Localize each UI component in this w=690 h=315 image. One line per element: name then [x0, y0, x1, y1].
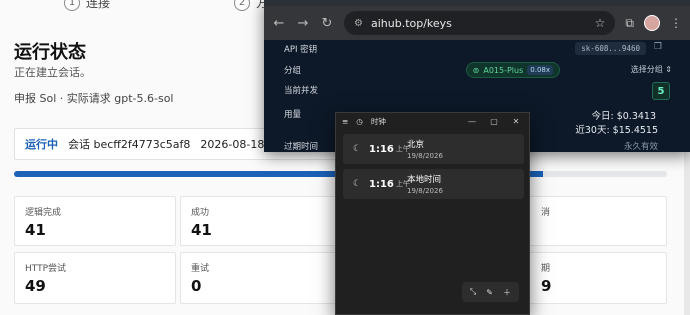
- stat-card-success: 成功 41: [180, 196, 342, 246]
- expire-label: 过期时间: [284, 142, 319, 152]
- usage-30-days: 近30天: $15.4515: [575, 125, 658, 136]
- stat-label: 消: [541, 208, 551, 218]
- moon-icon: ☾: [353, 179, 362, 189]
- step-1[interactable]: 1 连接: [64, 0, 110, 11]
- place-date: 19/8/2026: [407, 152, 443, 160]
- forward-icon[interactable]: →: [296, 16, 310, 31]
- stat-label: 重试: [191, 264, 210, 274]
- usage-label: 用量: [284, 110, 302, 120]
- clock-card-local[interactable]: ☾ 1:16 上午 本地时间 19/8/2026: [343, 169, 524, 199]
- place-name: 本地时间: [407, 175, 442, 185]
- place-name: 北京: [407, 140, 425, 150]
- usage-today: 今日: $0.3413: [591, 111, 656, 122]
- clock-window: ≡ ◷ 时钟 — ▢ ✕ ☾ 1:16 上午 北京 19/8/2026 ☾ 1:…: [335, 112, 530, 315]
- bookmark-star-icon[interactable]: ☆: [595, 16, 606, 30]
- model-meta: 申报 Sol · 实际请求 gpt-5.6-sol: [14, 92, 174, 105]
- stat-value: 0: [191, 277, 202, 295]
- clock-time: 1:16: [369, 178, 394, 190]
- maximize-icon[interactable]: ▢: [487, 117, 501, 126]
- group-ratio: 0.08x: [527, 65, 553, 75]
- moon-icon: ☾: [353, 144, 362, 154]
- hamburger-icon[interactable]: ≡: [342, 117, 348, 126]
- extensions-icon[interactable]: ⧉: [625, 16, 634, 31]
- edit-icon[interactable]: ✎: [486, 288, 493, 297]
- group-name: A015-Plus: [483, 65, 524, 75]
- close-icon[interactable]: ✕: [509, 117, 523, 126]
- chevron-updown-icon: ⇕: [665, 65, 672, 74]
- group-label: 分组: [284, 66, 302, 76]
- status-badge: 运行中: [25, 138, 58, 151]
- stat-label: HTTP尝试: [25, 264, 67, 274]
- compact-view-icon[interactable]: ⤡: [470, 287, 476, 297]
- reload-icon[interactable]: ↻: [320, 16, 334, 31]
- stat-value: 41: [25, 221, 46, 239]
- group-icon: ⊚: [472, 65, 480, 75]
- page-subtitle: 正在建立会话。: [14, 66, 91, 79]
- step-2-number: 2: [234, 0, 250, 11]
- stat-label: 期: [541, 264, 551, 274]
- stat-value: 41: [191, 221, 212, 239]
- back-icon[interactable]: ←: [272, 16, 286, 31]
- site-info-icon[interactable]: ⚙: [354, 18, 363, 29]
- place-date: 19/8/2026: [407, 187, 443, 195]
- step-2[interactable]: 2 方: [234, 0, 268, 11]
- step-1-label: 连接: [86, 0, 111, 10]
- session-id: 会话 becff2f4773c5af8: [68, 138, 191, 151]
- clock-titlebar: ≡ ◷ 时钟 — ▢ ✕: [336, 113, 529, 129]
- clock-app-icon: ◷: [356, 116, 363, 126]
- clock-title: 时钟: [370, 116, 386, 126]
- expire-value: 永久有效: [623, 142, 658, 152]
- stat-value: 9: [541, 277, 552, 295]
- api-key-label: API 密钥: [284, 45, 318, 55]
- stat-card-retry: 重试 0: [180, 252, 342, 304]
- url-text: aihub.top/keys: [370, 16, 452, 30]
- clock-time: 1:16: [369, 143, 394, 155]
- address-bar[interactable]: ⚙ aihub.top/keys ☆: [344, 11, 616, 35]
- minimize-icon[interactable]: —: [465, 117, 479, 126]
- stat-card-http: HTTP尝试 49: [14, 252, 176, 304]
- page-title: 运行状态: [14, 42, 86, 63]
- clock-toolbar: ⤡ ✎ ＋: [461, 282, 519, 302]
- profile-avatar[interactable]: [644, 15, 660, 31]
- api-key-value: sk-608...9460: [575, 42, 646, 55]
- group-chip[interactable]: ⊚ A015-Plus 0.08x: [465, 62, 560, 78]
- copy-icon[interactable]: ❐: [654, 42, 662, 52]
- clock-place: 北京 19/8/2026: [407, 138, 443, 160]
- concurrency-label: 当前并发: [284, 86, 319, 96]
- browser-toolbar: ← → ↻ ⚙ aihub.top/keys ☆ ⧉ ⋮: [264, 6, 690, 40]
- clock-card-beijing[interactable]: ☾ 1:16 上午 北京 19/8/2026: [343, 134, 524, 164]
- menu-icon[interactable]: ⋮: [670, 16, 682, 30]
- stat-card-right-2: 期 9: [512, 252, 667, 304]
- stat-card-logical: 逻辑完成 41: [14, 196, 176, 246]
- add-icon[interactable]: ＋: [503, 287, 511, 298]
- step-1-number: 1: [64, 0, 80, 11]
- clock-place: 本地时间 19/8/2026: [407, 173, 443, 195]
- stat-label: 逻辑完成: [25, 208, 62, 218]
- group-select[interactable]: 选择分组 ⇕: [631, 64, 672, 75]
- concurrency-value: 5: [652, 82, 670, 100]
- stat-card-right-1: 消: [512, 196, 667, 246]
- stat-label: 成功: [191, 208, 210, 218]
- stat-value: 49: [25, 277, 46, 295]
- group-select-label: 选择分组: [630, 65, 663, 74]
